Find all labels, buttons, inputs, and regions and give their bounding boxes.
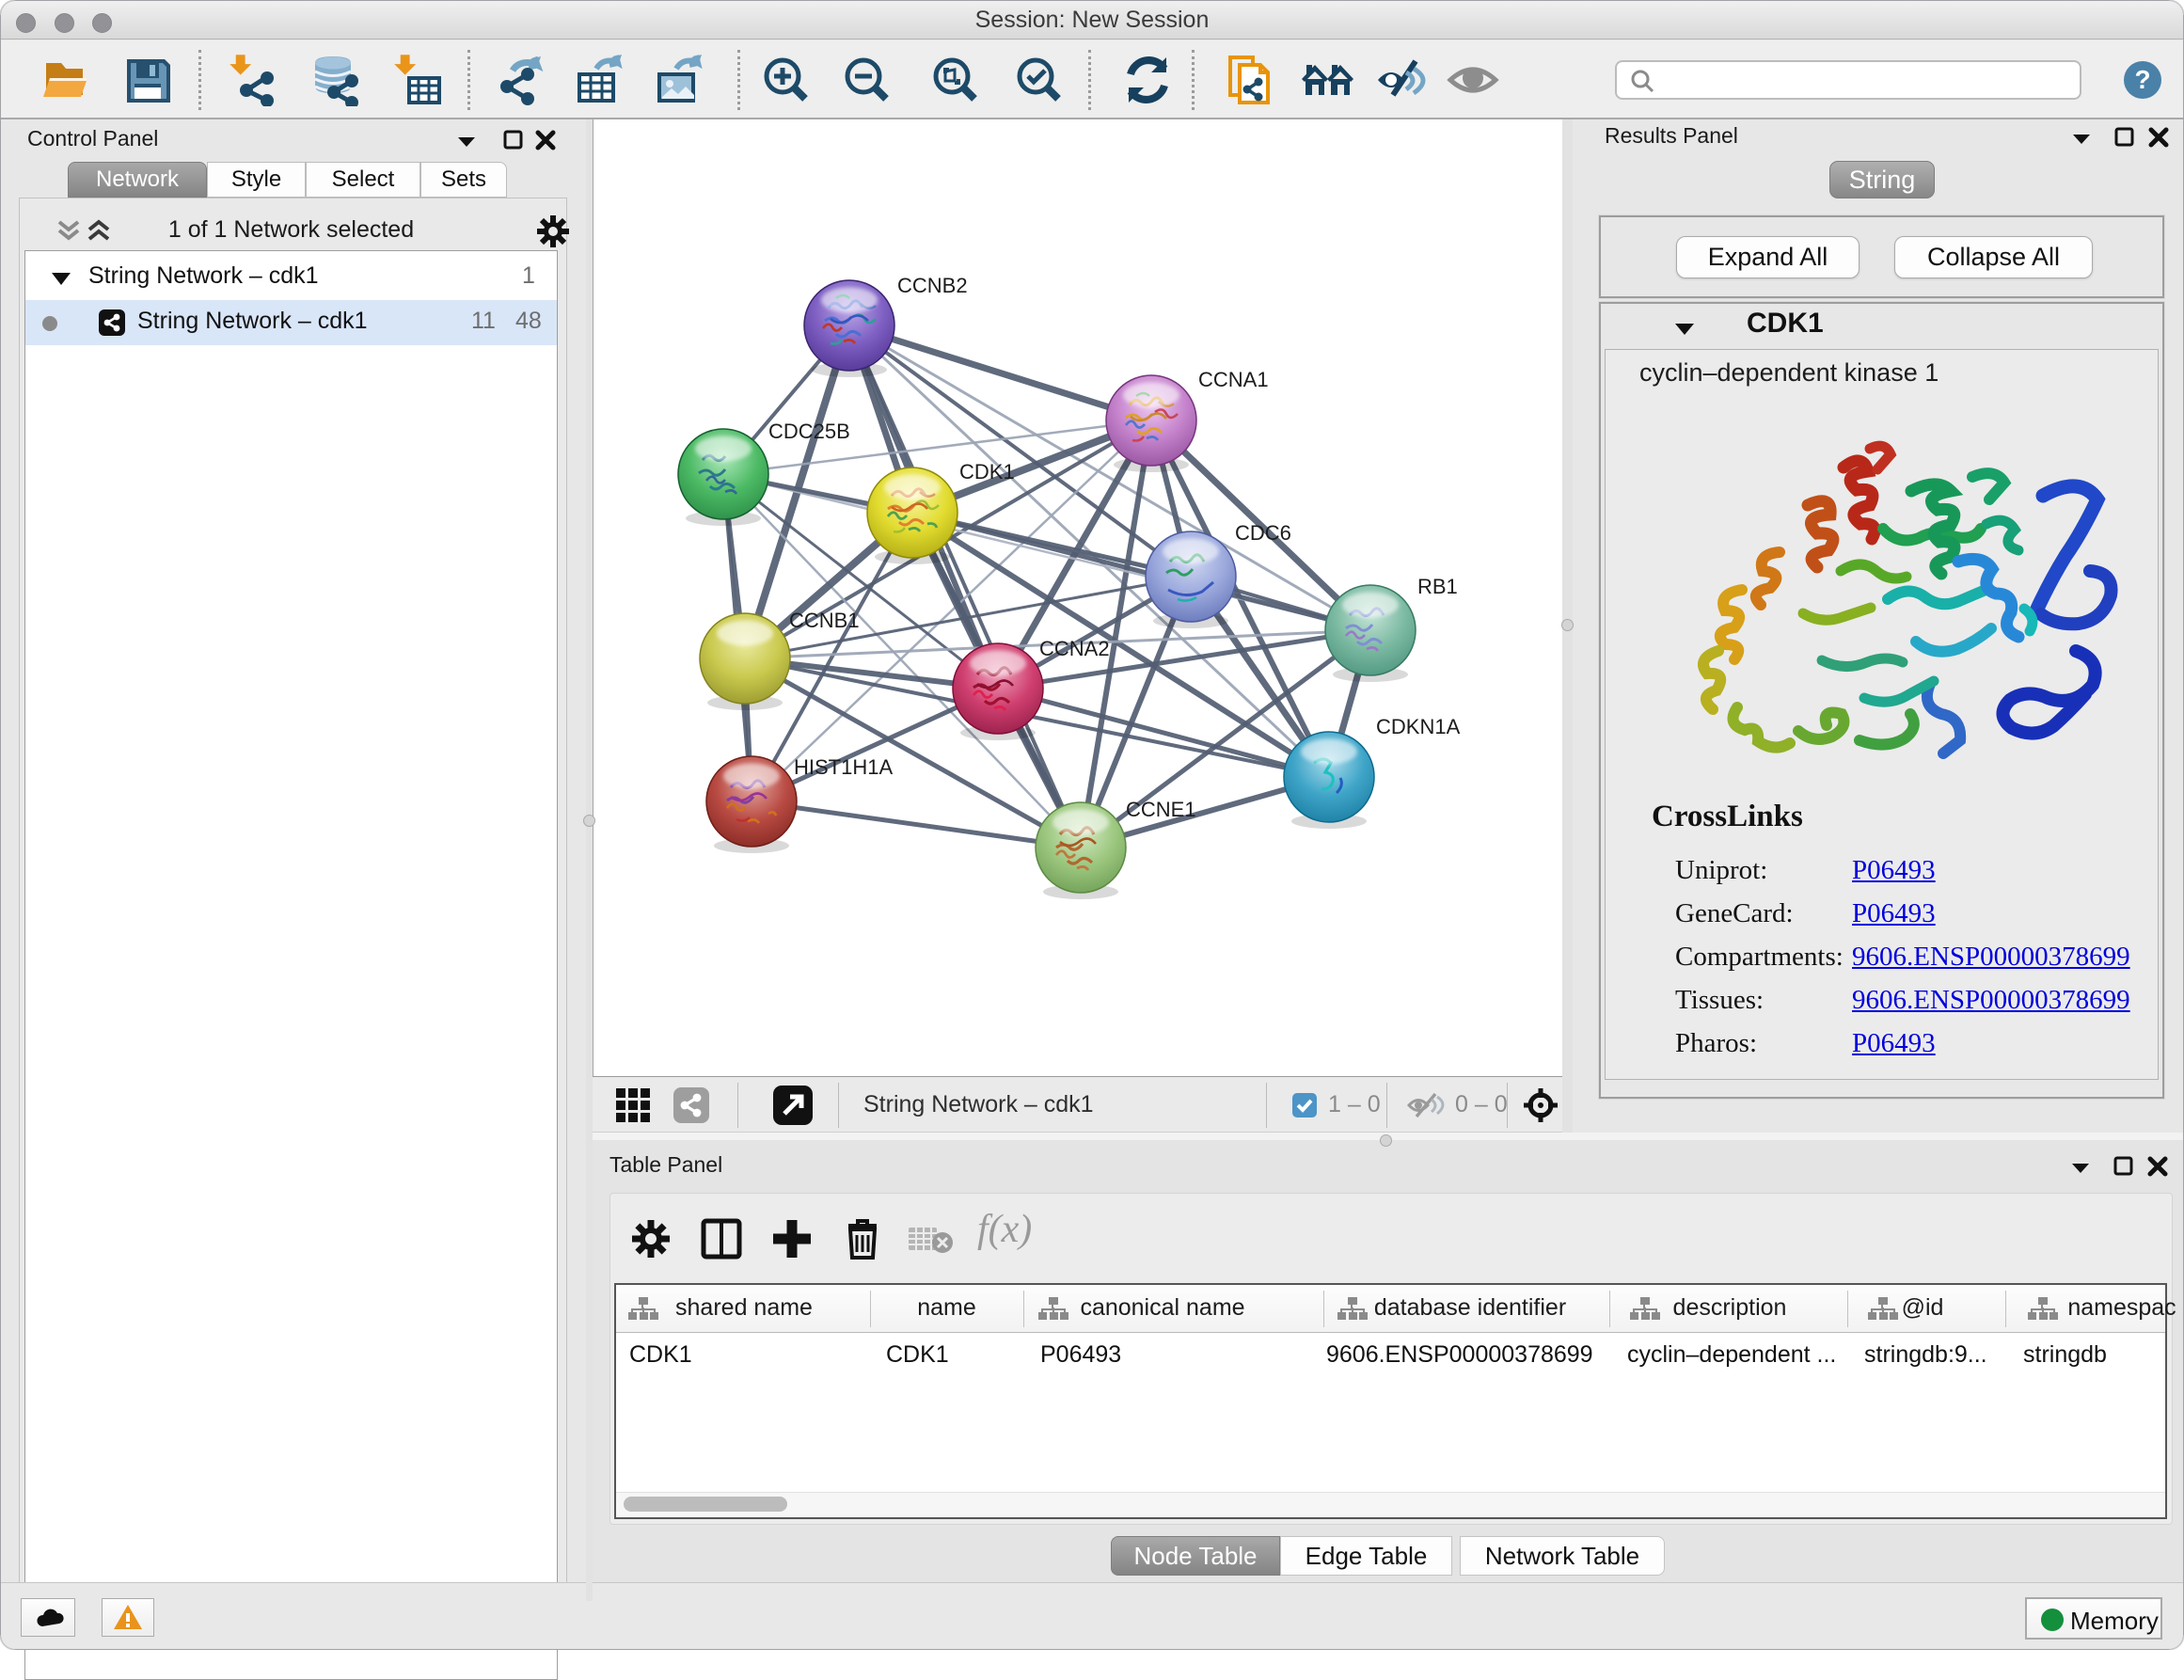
svg-text:CCNA1: CCNA1: [1198, 368, 1269, 391]
svg-text:CDC25B: CDC25B: [768, 420, 850, 443]
svg-text:CDKN1A: CDKN1A: [1376, 715, 1461, 738]
svg-text:RB1: RB1: [1417, 575, 1458, 598]
svg-text:CDC6: CDC6: [1235, 521, 1291, 545]
svg-text:CCNA2: CCNA2: [1039, 637, 1110, 660]
svg-text:HIST1H1A: HIST1H1A: [794, 755, 893, 779]
svg-text:CCNB1: CCNB1: [789, 609, 860, 632]
svg-text:CCNE1: CCNE1: [1126, 798, 1196, 821]
svg-text:CDK1: CDK1: [959, 460, 1015, 483]
svg-text:CCNB2: CCNB2: [897, 274, 968, 297]
